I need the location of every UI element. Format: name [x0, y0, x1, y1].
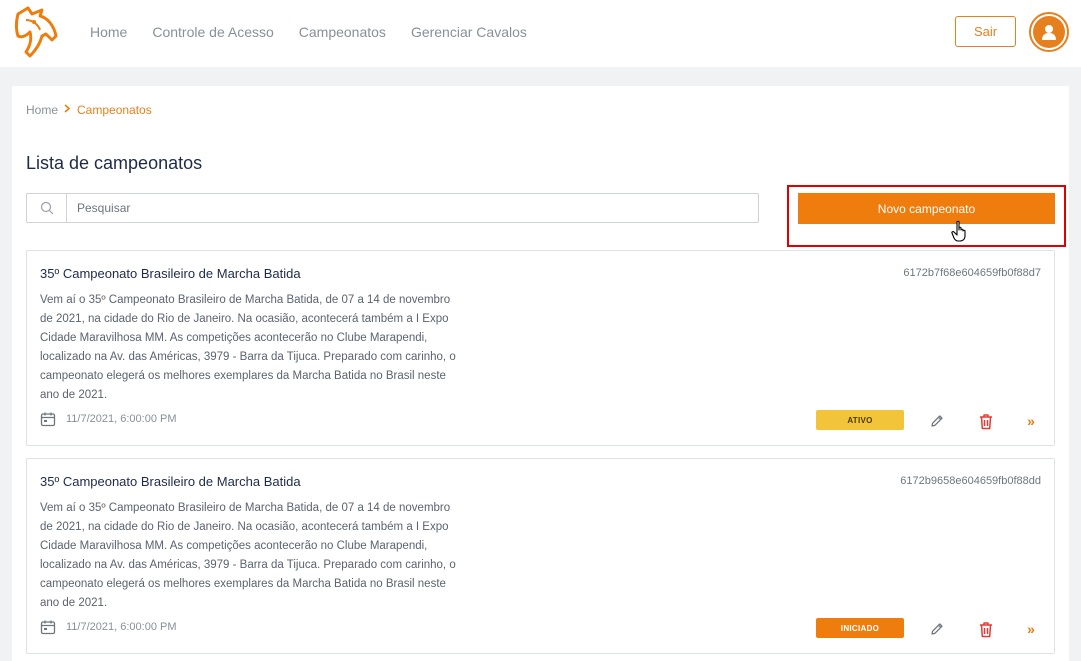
- championship-date: 11/7/2021, 6:00:00 PM: [40, 411, 177, 427]
- nav-item-gerenciar-cavalos[interactable]: Gerenciar Cavalos: [411, 24, 527, 40]
- double-chevron-right-icon[interactable]: »: [1021, 619, 1041, 639]
- calendar-icon: [40, 412, 56, 427]
- search-icon: [27, 194, 67, 222]
- championship-date-text: 11/7/2021, 6:00:00 PM: [66, 621, 177, 633]
- championship-id: 6172b7f68e604659fb0f88d7: [903, 267, 1041, 279]
- nav-item-controle-de-acesso[interactable]: Controle de Acesso: [152, 24, 273, 40]
- championship-description: Vem aí o 35º Campeonato Brasileiro de Ma…: [40, 502, 456, 609]
- championship-title: 35º Campeonato Brasileiro de Marcha Bati…: [40, 474, 301, 489]
- status-badge: ATIVO: [816, 410, 904, 430]
- championship-card[interactable]: 35º Campeonato Brasileiro de Marcha Bati…: [26, 458, 1055, 654]
- championship-card[interactable]: 35º Campeonato Brasileiro de Marcha Bati…: [26, 250, 1055, 446]
- nav-item-home[interactable]: Home: [90, 24, 127, 40]
- pencil-edit-icon[interactable]: [927, 411, 947, 431]
- logout-button[interactable]: Sair: [955, 16, 1016, 47]
- pencil-edit-icon[interactable]: [927, 619, 947, 639]
- status-badge: INICIADO: [816, 618, 904, 638]
- breadcrumb-home[interactable]: Home: [26, 103, 58, 117]
- championship-title: 35º Campeonato Brasileiro de Marcha Bati…: [40, 266, 301, 281]
- championship-date-text: 11/7/2021, 6:00:00 PM: [66, 413, 177, 425]
- breadcrumb: Home Campeonatos: [26, 103, 152, 117]
- hand-pointer-cursor-icon: [951, 220, 969, 242]
- championship-description: Vem aí o 35º Campeonato Brasileiro de Ma…: [40, 294, 456, 401]
- page-title: Lista de campeonatos: [26, 153, 203, 173]
- double-chevron-right-icon[interactable]: »: [1021, 411, 1041, 431]
- search-input[interactable]: [67, 194, 758, 222]
- nav-item-campeonatos[interactable]: Campeonatos: [299, 24, 386, 40]
- main-nav: Home Controle de Acesso Campeonatos Gere…: [90, 24, 552, 40]
- search-box: [26, 193, 759, 223]
- championship-id: 6172b9658e604659fb0f88dd: [900, 475, 1041, 487]
- championship-date: 11/7/2021, 6:00:00 PM: [40, 619, 177, 635]
- chevron-right-icon: [64, 104, 71, 116]
- horse-head-logo-icon[interactable]: [12, 6, 60, 58]
- trash-delete-icon[interactable]: [976, 411, 996, 431]
- top-navbar: Home Controle de Acesso Campeonatos Gere…: [0, 0, 1081, 67]
- breadcrumb-current: Campeonatos: [77, 103, 152, 117]
- user-avatar-button[interactable]: [1029, 12, 1069, 52]
- calendar-icon: [40, 620, 56, 635]
- user-avatar-icon: [1033, 16, 1065, 48]
- trash-delete-icon[interactable]: [976, 619, 996, 639]
- main-panel: Home Campeonatos Lista de campeonatos No…: [12, 86, 1069, 661]
- new-championship-button[interactable]: Novo campeonato: [798, 193, 1055, 224]
